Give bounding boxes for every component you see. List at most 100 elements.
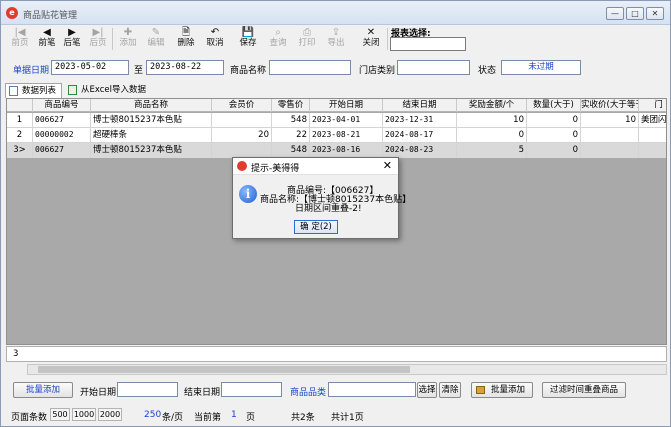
table-cell[interactable]: [212, 143, 272, 158]
column-header[interactable]: [7, 99, 33, 112]
status-label: 状态: [478, 66, 497, 76]
date-from-input[interactable]: 2023-05-02: [51, 60, 129, 75]
table-cell[interactable]: 博士顿8015237本色贴: [91, 143, 212, 158]
table-cell[interactable]: 548: [272, 113, 310, 128]
page-size-1000[interactable]: 1000: [72, 408, 96, 421]
delete-button[interactable]: 🗎 删除: [174, 26, 198, 52]
per-page-value: 250: [144, 410, 162, 420]
table-cell[interactable]: 22: [272, 128, 310, 143]
app-logo-icon: [237, 161, 247, 171]
batch-add-2-label: 批量添加: [490, 385, 525, 395]
table-cell[interactable]: 2024-08-17: [383, 128, 457, 143]
table-row[interactable]: 1 006627 博士顿8015237本色贴 548 2023-04-01 2023-12…: [7, 113, 666, 128]
page-size-2000[interactable]: 2000: [98, 408, 122, 421]
product-name-input[interactable]: [269, 60, 351, 75]
toolbar-separator: [387, 28, 388, 50]
save-button[interactable]: 💾 保存: [235, 26, 261, 52]
table-cell[interactable]: [212, 113, 272, 128]
prev-record-button[interactable]: ◀ 前笔: [36, 26, 58, 52]
table-cell[interactable]: 006627: [33, 143, 91, 158]
column-header[interactable]: 门: [639, 99, 666, 112]
minimize-button[interactable]: —: [606, 7, 624, 20]
table-cell[interactable]: 2024-08-23: [383, 143, 457, 158]
table-cell[interactable]: 00000002: [33, 128, 91, 143]
column-header[interactable]: 会员价: [212, 99, 272, 112]
prev-record-label: 前笔: [38, 38, 56, 48]
column-header[interactable]: 结束日期: [383, 99, 457, 112]
date-to-input[interactable]: 2023-08-22: [146, 60, 224, 75]
table-cell[interactable]: [639, 143, 666, 158]
start-date-input[interactable]: [117, 382, 178, 397]
close-window-button[interactable]: ✕: [646, 7, 664, 20]
column-header[interactable]: 数量(大于): [527, 99, 581, 112]
tab-excel-import[interactable]: 从Excel导入数据: [65, 83, 155, 98]
table-cell[interactable]: 0: [527, 128, 581, 143]
table-cell[interactable]: 2023-08-16: [310, 143, 383, 158]
table-cell[interactable]: [581, 128, 639, 143]
table-cell[interactable]: 548: [272, 143, 310, 158]
column-header[interactable]: 开始日期: [310, 99, 383, 112]
query-button[interactable]: ⌕ 查询: [266, 26, 290, 52]
page-size-500[interactable]: 500: [50, 408, 70, 421]
ok-button[interactable]: 确 定(2): [294, 220, 338, 234]
batch-add-2-button[interactable]: 批量添加: [471, 382, 533, 398]
table-cell[interactable]: 0: [457, 128, 527, 143]
tab-data-list[interactable]: 数据列表: [5, 83, 62, 98]
table-cell[interactable]: [581, 143, 639, 158]
table-cell[interactable]: 2: [7, 128, 33, 143]
tab-label: 数据列表: [22, 86, 57, 96]
category-input[interactable]: [328, 382, 416, 397]
report-select[interactable]: [390, 37, 466, 51]
select-button[interactable]: 选择: [417, 382, 437, 398]
column-header[interactable]: 商品编号: [33, 99, 91, 112]
cancel-label: 取消: [206, 38, 224, 48]
dialog-close-icon[interactable]: ✕: [383, 159, 392, 172]
table-cell[interactable]: 2023-08-21: [310, 128, 383, 143]
maximize-button[interactable]: □: [626, 7, 644, 20]
first-page-button[interactable]: |◀ 前页: [9, 26, 31, 52]
clear-button[interactable]: 清除: [439, 382, 461, 398]
end-date-input[interactable]: [221, 382, 282, 397]
table-cell[interactable]: 5: [457, 143, 527, 158]
table-cell[interactable]: 博士顿8015237本色贴: [91, 113, 212, 128]
store-category-input[interactable]: [397, 60, 470, 75]
table-row[interactable]: 3> 006627 博士顿8015237本色贴 548 2023-08-16 2024-0…: [7, 143, 666, 158]
table-cell[interactable]: 0: [527, 113, 581, 128]
bottom-toolbar: 批量添加 开始日期 结束日期 商品品类 选择 清除 批量添加 过滤时间重叠商品: [1, 379, 670, 401]
table-cell[interactable]: 20: [212, 128, 272, 143]
column-header[interactable]: 奖励金额/个: [457, 99, 527, 112]
next-record-button[interactable]: ▶ 后笔: [61, 26, 83, 52]
table-row[interactable]: 2 00000002 超硬棒条 20 22 2023-08-21 2024-08-17 0 0: [7, 128, 666, 143]
scrollbar-thumb[interactable]: [38, 366, 410, 373]
export-button[interactable]: ⇪ 导出: [324, 26, 348, 52]
status-select[interactable]: 未过期: [501, 60, 581, 75]
table-cell[interactable]: 3>: [7, 143, 33, 158]
filter-overlap-button[interactable]: 过滤时间重叠商品: [542, 382, 626, 398]
table-cell[interactable]: 2023-12-31: [383, 113, 457, 128]
close-button[interactable]: ✕ 关闭: [360, 26, 382, 52]
table-cell[interactable]: 美团闪购: [639, 113, 666, 128]
column-header[interactable]: 零售价: [272, 99, 310, 112]
table-cell[interactable]: 超硬棒条: [91, 128, 212, 143]
print-button[interactable]: ⎙ 打印: [295, 26, 319, 52]
add-label: 添加: [119, 38, 137, 48]
column-header[interactable]: 实收价(大于等于): [581, 99, 639, 112]
tab-label: 从Excel导入数据: [81, 85, 147, 95]
table-cell[interactable]: 10: [457, 113, 527, 128]
horizontal-scrollbar[interactable]: [27, 364, 667, 375]
table-cell[interactable]: 2023-04-01: [310, 113, 383, 128]
batch-add-button[interactable]: 批量添加: [13, 382, 73, 398]
last-page-button[interactable]: ▶| 后页: [87, 26, 109, 52]
edit-button[interactable]: ✎ 编辑: [144, 26, 168, 52]
add-button[interactable]: ✚ 添加: [116, 26, 140, 52]
table-cell[interactable]: 0: [527, 143, 581, 158]
table-cell[interactable]: 1: [7, 113, 33, 128]
print-label: 打印: [298, 38, 316, 48]
cancel-button[interactable]: ↶ 取消: [202, 26, 228, 52]
product-name-label: 商品名称: [230, 66, 267, 76]
close-label: 关闭: [362, 38, 380, 48]
column-header[interactable]: 商品名称: [91, 99, 212, 112]
table-cell[interactable]: [639, 128, 666, 143]
table-cell[interactable]: 006627: [33, 113, 91, 128]
table-cell[interactable]: 10: [581, 113, 639, 128]
